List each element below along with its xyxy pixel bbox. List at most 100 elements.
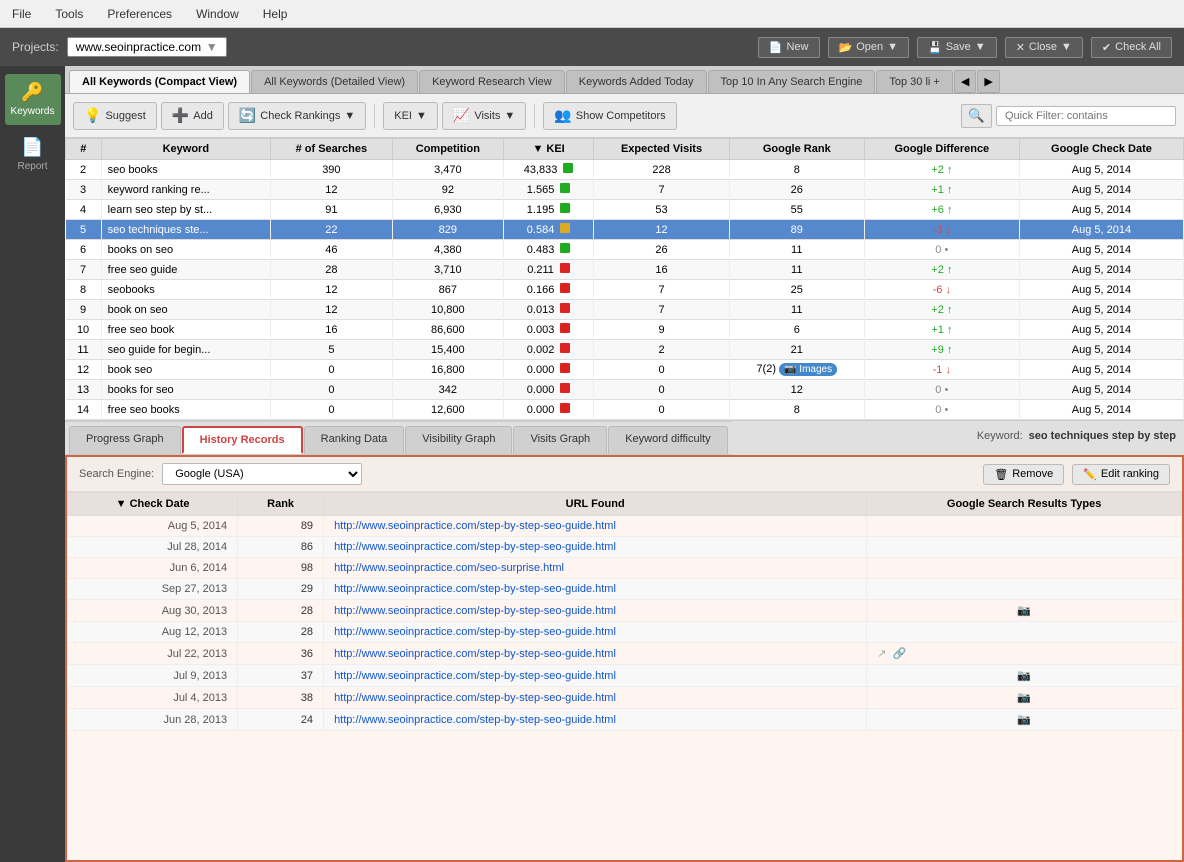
- menu-help[interactable]: Help: [259, 5, 292, 23]
- cell-rank: 8: [729, 160, 864, 180]
- camera-icon[interactable]: 📷: [1017, 714, 1031, 726]
- cell-num: 11: [66, 340, 102, 360]
- tab-top30[interactable]: Top 30 li +: [876, 70, 952, 93]
- bottom-tab-visits[interactable]: Visits Graph: [513, 426, 607, 454]
- table-row[interactable]: 14 free seo books 0 12,600 0.000 0 8 0 •…: [66, 400, 1184, 420]
- remove-button[interactable]: 🗑 Remove: [983, 464, 1064, 485]
- open-button[interactable]: 📂 Open ▼: [828, 37, 910, 58]
- filter-search-button[interactable]: 🔍: [961, 104, 992, 128]
- history-table-row[interactable]: Jul 22, 2013 36 http://www.seoinpractice…: [68, 643, 1182, 665]
- project-dropdown[interactable]: www.seoinpractice.com ▼: [67, 37, 227, 57]
- bottom-tab-ranking[interactable]: Ranking Data: [304, 426, 405, 454]
- check-all-button[interactable]: ✔ Check All: [1091, 37, 1172, 58]
- url-link[interactable]: http://www.seoinpractice.com/step-by-ste…: [334, 714, 616, 726]
- history-table-row[interactable]: Jul 9, 2013 37 http://www.seoinpractice.…: [68, 665, 1182, 687]
- competitors-icon: 👥: [554, 107, 571, 124]
- add-button[interactable]: ➕ Add: [161, 102, 224, 130]
- tab-compact-view[interactable]: All Keywords (Compact View): [69, 70, 250, 93]
- col-kei: ▼ KEI: [503, 139, 593, 160]
- table-row[interactable]: 6 books on seo 46 4,380 0.483 26 11 0 • …: [66, 240, 1184, 260]
- tab-added-today[interactable]: Keywords Added Today: [566, 70, 707, 93]
- cell-diff: +9 ↑: [864, 340, 1019, 360]
- show-competitors-button[interactable]: 👥 Show Competitors: [543, 102, 676, 130]
- history-table-row[interactable]: Jun 28, 2013 24 http://www.seoinpractice…: [68, 709, 1182, 731]
- history-table-row[interactable]: Jul 4, 2013 38 http://www.seoinpractice.…: [68, 687, 1182, 709]
- toolbar: 💡 Suggest ➕ Add 🔄 Check Rankings ▼ KEI ▼…: [65, 94, 1184, 138]
- cell-num: 10: [66, 320, 102, 340]
- cell-visits: 2: [594, 340, 730, 360]
- filter-input[interactable]: [996, 106, 1176, 126]
- edit-ranking-button[interactable]: ✏️ Edit ranking: [1072, 464, 1170, 485]
- tab-research-view[interactable]: Keyword Research View: [419, 70, 565, 93]
- link-icon[interactable]: 🔗: [892, 647, 906, 660]
- bottom-tab-visibility[interactable]: Visibility Graph: [405, 426, 512, 454]
- history-table-row[interactable]: Aug 5, 2014 89 http://www.seoinpractice.…: [68, 516, 1182, 537]
- table-row[interactable]: 3 keyword ranking re... 12 92 1.565 7 26…: [66, 180, 1184, 200]
- url-link[interactable]: http://www.seoinpractice.com/seo-surpris…: [334, 562, 564, 574]
- camera-icon[interactable]: 📷: [1017, 670, 1031, 682]
- url-link[interactable]: http://www.seoinpractice.com/step-by-ste…: [334, 626, 616, 638]
- engine-select[interactable]: Google (USA): [162, 463, 362, 485]
- new-button[interactable]: 📄 New: [758, 37, 820, 58]
- menu-file[interactable]: File: [8, 5, 35, 23]
- kei-button[interactable]: KEI ▼: [383, 102, 438, 130]
- kei-indicator: [560, 383, 570, 393]
- save-icon: 💾: [928, 41, 942, 54]
- table-row[interactable]: 8 seobooks 12 867 0.166 7 25 -6 ↓ Aug 5,…: [66, 280, 1184, 300]
- cell-date: Aug 5, 2014: [1019, 400, 1183, 420]
- history-table-row[interactable]: Jun 6, 2014 98 http://www.seoinpractice.…: [68, 558, 1182, 579]
- bottom-tab-keyword-diff[interactable]: Keyword difficulty: [608, 426, 727, 454]
- sidebar-item-report[interactable]: 📄 Report: [5, 129, 61, 180]
- menu-window[interactable]: Window: [192, 5, 243, 23]
- history-col-rank: Rank: [238, 493, 324, 516]
- save-button[interactable]: 💾 Save ▼: [917, 37, 997, 58]
- url-link[interactable]: http://www.seoinpractice.com/step-by-ste…: [334, 583, 616, 595]
- suggest-button[interactable]: 💡 Suggest: [73, 102, 157, 130]
- menu-preferences[interactable]: Preferences: [103, 5, 176, 23]
- visits-button[interactable]: 📈 Visits ▼: [442, 102, 526, 130]
- cell-date: Aug 5, 2014: [1019, 260, 1183, 280]
- check-rankings-button[interactable]: 🔄 Check Rankings ▼: [228, 102, 366, 130]
- url-link[interactable]: http://www.seoinpractice.com/step-by-ste…: [334, 670, 616, 682]
- table-row[interactable]: 4 learn seo step by st... 91 6,930 1.195…: [66, 200, 1184, 220]
- history-table-row[interactable]: Jul 28, 2014 86 http://www.seoinpractice…: [68, 537, 1182, 558]
- table-row[interactable]: 7 free seo guide 28 3,710 0.211 16 11 +2…: [66, 260, 1184, 280]
- quick-filter: 🔍: [961, 104, 1176, 128]
- history-table-row[interactable]: Aug 12, 2013 28 http://www.seoinpractice…: [68, 622, 1182, 643]
- share-icon[interactable]: ↗: [877, 647, 886, 660]
- menu-tools[interactable]: Tools: [51, 5, 87, 23]
- table-row[interactable]: 9 book on seo 12 10,800 0.013 7 11 +2 ↑ …: [66, 300, 1184, 320]
- table-row[interactable]: 2 seo books 390 3,470 43,833 228 8 +2 ↑ …: [66, 160, 1184, 180]
- tab-next-button[interactable]: ▶: [977, 70, 999, 93]
- tab-detailed-view[interactable]: All Keywords (Detailed View): [251, 70, 418, 93]
- url-link[interactable]: http://www.seoinpractice.com/step-by-ste…: [334, 520, 616, 532]
- camera-icon[interactable]: 📷: [1017, 605, 1031, 617]
- toolbar-separator-2: [534, 104, 535, 128]
- tab-top10[interactable]: Top 10 In Any Search Engine: [708, 70, 876, 93]
- table-row[interactable]: 11 seo guide for begin... 5 15,400 0.002…: [66, 340, 1184, 360]
- history-table-row[interactable]: Aug 30, 2013 28 http://www.seoinpractice…: [68, 600, 1182, 622]
- close-button[interactable]: ✕ Close ▼: [1005, 37, 1083, 58]
- cell-num: 13: [66, 380, 102, 400]
- tab-prev-button[interactable]: ◀: [954, 70, 976, 93]
- cell-searches: 12: [270, 180, 392, 200]
- table-row[interactable]: 13 books for seo 0 342 0.000 0 12 0 • Au…: [66, 380, 1184, 400]
- bottom-tab-history[interactable]: History Records: [182, 426, 303, 454]
- bottom-tab-progress[interactable]: Progress Graph: [69, 426, 181, 454]
- url-link[interactable]: http://www.seoinpractice.com/step-by-ste…: [334, 541, 616, 553]
- url-link[interactable]: http://www.seoinpractice.com/step-by-ste…: [334, 692, 616, 704]
- table-row[interactable]: 12 book seo 0 16,800 0.000 0 7(2) 📷 Imag…: [66, 360, 1184, 380]
- url-link[interactable]: http://www.seoinpractice.com/step-by-ste…: [334, 605, 616, 617]
- camera-icon[interactable]: 📷: [1017, 692, 1031, 704]
- history-table-row[interactable]: Sep 27, 2013 29 http://www.seoinpractice…: [68, 579, 1182, 600]
- action-icons[interactable]: ↗🔗: [877, 647, 1171, 660]
- cell-kei: 0.166: [503, 280, 593, 300]
- cell-date: Aug 5, 2014: [1019, 360, 1183, 380]
- sidebar-item-keywords[interactable]: 🔑 Keywords: [5, 74, 61, 125]
- history-cell-rank: 89: [238, 516, 324, 537]
- history-cell-url: http://www.seoinpractice.com/step-by-ste…: [324, 537, 867, 558]
- history-cell-types: [867, 558, 1182, 579]
- table-row[interactable]: 5 seo techniques ste... 22 829 0.584 12 …: [66, 220, 1184, 240]
- table-row[interactable]: 10 free seo book 16 86,600 0.003 9 6 +1 …: [66, 320, 1184, 340]
- url-link[interactable]: http://www.seoinpractice.com/step-by-ste…: [334, 648, 616, 660]
